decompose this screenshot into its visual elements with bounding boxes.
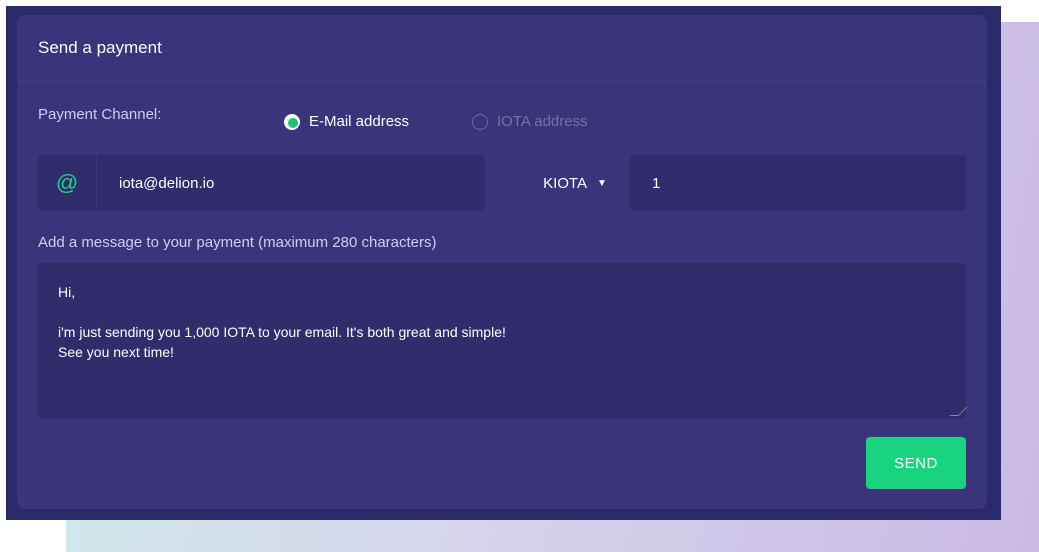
resize-handle-icon[interactable]	[949, 407, 968, 416]
card-header: Send a payment	[17, 15, 987, 82]
radio-checked-icon	[284, 113, 300, 130]
amount-field[interactable]: 1	[630, 155, 966, 211]
message-textarea[interactable]: Hi, i'm just sending you 1,000 IOTA to y…	[38, 263, 968, 419]
amount-field-value: 1	[652, 174, 661, 192]
message-line	[58, 302, 946, 322]
recipient-amount-row: @ iota@delion.io KIOTA ▼ 1	[17, 140, 987, 211]
message-line: See you next time!	[58, 344, 174, 360]
message-line: Hi,	[58, 284, 76, 300]
message-label: Add a message to your payment (maximum 2…	[38, 234, 437, 251]
at-sign-icon: @	[38, 155, 97, 211]
payment-channel-row: Payment Channel: E-Mail address IOTA add…	[17, 82, 987, 140]
email-field[interactable]: @ iota@delion.io	[38, 155, 485, 211]
caret-down-icon: ▼	[597, 177, 607, 189]
send-button[interactable]: SEND	[866, 437, 966, 489]
send-payment-card: Send a payment Payment Channel: E-Mail a…	[17, 15, 987, 509]
email-address-radio[interactable]: E-Mail address	[284, 113, 409, 130]
page-title: Send a payment	[38, 38, 162, 57]
email-field-value: iota@delion.io	[119, 174, 215, 192]
email-address-radio-label: E-Mail address	[309, 113, 410, 130]
message-line: i'm just sending you 1,000 IOTA to your …	[58, 324, 506, 340]
payment-channel-label: Payment Channel:	[38, 106, 162, 123]
iota-address-radio-label: IOTA address	[497, 113, 588, 130]
iota-address-radio[interactable]: IOTA address	[472, 113, 588, 130]
unit-dropdown-value: KIOTA	[543, 174, 587, 192]
unit-dropdown[interactable]: KIOTA ▼	[525, 155, 625, 211]
radio-unchecked-icon	[472, 113, 488, 130]
